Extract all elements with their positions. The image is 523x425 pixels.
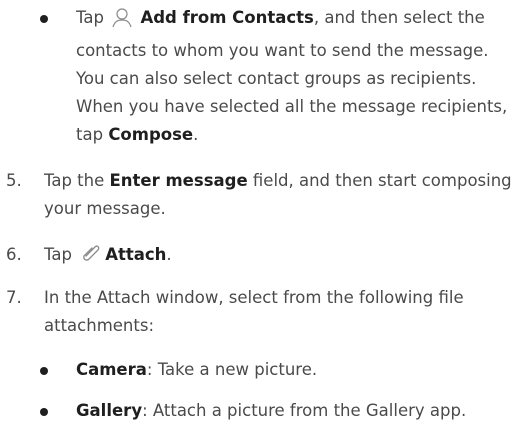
bold-attach: Attach	[105, 245, 167, 264]
step-text-end: .	[166, 245, 172, 264]
bold-camera: Camera	[76, 360, 147, 379]
bold-gallery: Gallery	[76, 401, 143, 420]
bullet-text-pre: Tap	[76, 8, 110, 27]
step-number: 6.	[6, 245, 22, 264]
bold-compose: Compose	[108, 125, 194, 144]
camera-text: : Take a new picture.	[146, 360, 318, 379]
person-icon	[111, 6, 133, 37]
step-text: In the Attach window, select from the fo…	[44, 288, 464, 335]
bullet-gallery: Gallery: Attach a picture from the Galle…	[40, 397, 516, 425]
bullet-camera: Camera: Take a new picture.	[40, 356, 516, 384]
bold-enter-message: Enter message	[109, 171, 248, 190]
bullet-dot	[40, 367, 48, 375]
bullet-dot	[40, 15, 48, 23]
step-7: 7. In the Attach window, select from the…	[6, 284, 514, 340]
step-5: 5. Tap the Enter message field, and then…	[6, 167, 514, 223]
bullet-text-end: .	[193, 125, 199, 144]
gallery-text: : Attach a picture from the Gallery app.	[142, 401, 467, 420]
bullet-add-from-contacts: Tap Add from Contacts, and then select t…	[40, 4, 516, 149]
step-number: 7.	[6, 288, 22, 307]
step-number: 5.	[6, 171, 22, 190]
bullet-text-post: , and then select the contacts to whom y…	[76, 8, 508, 144]
step-6: 6. Tap Attach.	[6, 241, 514, 274]
bold-add-from-contacts: Add from Contacts	[140, 8, 314, 27]
bullet-dot	[40, 408, 48, 416]
paperclip-icon	[79, 241, 103, 274]
step-text-pre: Tap	[44, 245, 78, 264]
step-text-pre: Tap the	[44, 171, 110, 190]
